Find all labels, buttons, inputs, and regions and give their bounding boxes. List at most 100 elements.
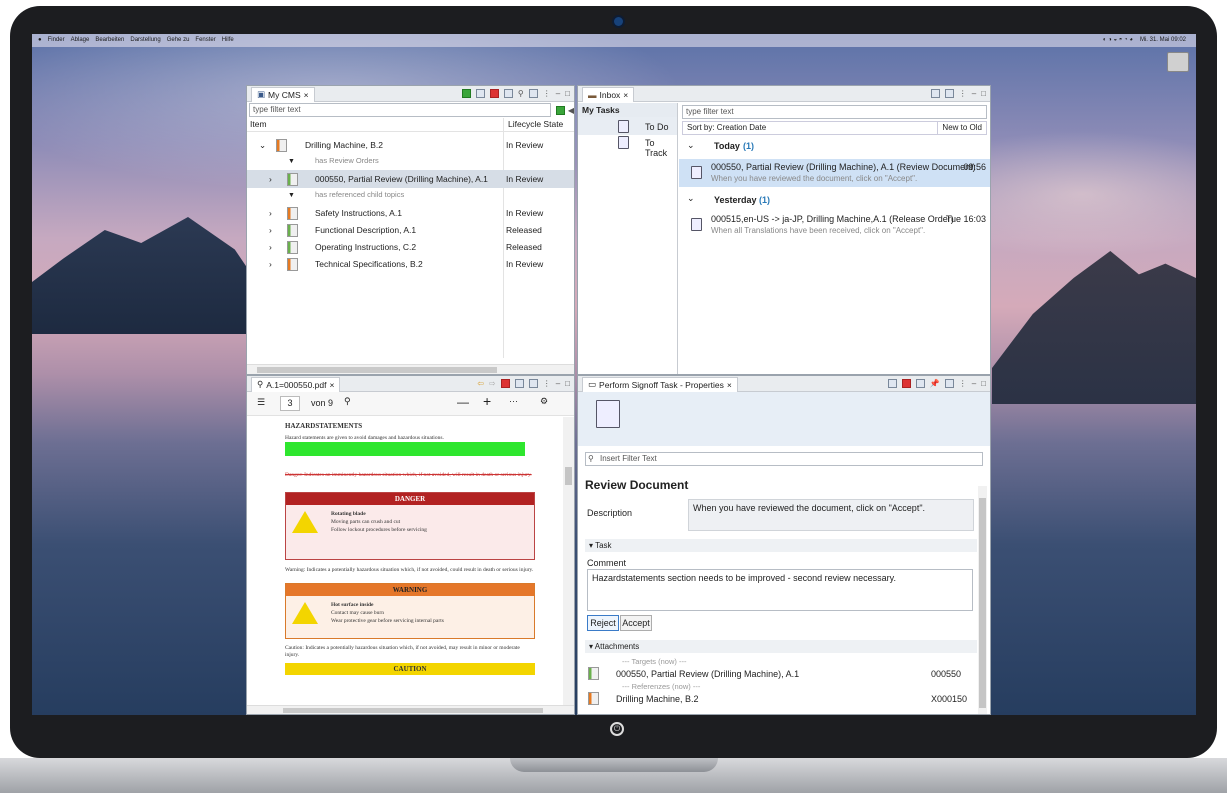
power-icon[interactable]: ⏻ [610,722,624,736]
task-filter-totrack[interactable]: To Track [578,135,677,158]
vertical-scrollbar[interactable] [978,486,987,714]
link-icon[interactable] [915,379,925,388]
refresh-icon[interactable] [528,89,538,98]
add-icon[interactable] [461,89,471,98]
inbox-item[interactable]: 000515,en-US -> ja-JP, Drilling Machine,… [679,211,990,239]
delete-icon[interactable] [489,89,499,98]
layout-icon[interactable] [528,379,538,388]
group-yesterday[interactable]: ⌄ Yesterday (1) [679,189,990,211]
pin-icon[interactable]: 📌 [930,379,940,388]
attachments-section-header[interactable]: ▾ Attachments [585,640,977,653]
group-today[interactable]: ⌄ Today (1) [679,135,990,157]
tab-my-cms[interactable]: ▣ My CMS × [251,86,315,102]
sort-dropdown[interactable]: Sort by: Creation Date [683,122,937,134]
tab-inbox[interactable]: ▬ Inbox × [582,86,635,102]
column-item[interactable]: Item [250,119,267,129]
attachment-row[interactable]: 000550, Partial Review (Drilling Machine… [586,667,976,681]
order-dropdown[interactable]: New to Old [937,122,986,134]
menu-bearbeiten[interactable]: Bearbeiten [95,34,124,47]
chevron-right-icon[interactable]: › [269,208,272,218]
page-number-input[interactable]: 3 [280,396,300,411]
chevron-right-icon[interactable]: › [269,242,272,252]
view-menu-icon[interactable]: ⋮ [543,89,551,98]
filter-clear-icon[interactable]: ◀ [568,106,574,115]
tree-row[interactable]: › Safety Instructions, A.1 In Review [247,204,574,222]
edit-icon[interactable] [887,379,897,388]
task-icon[interactable] [930,89,940,98]
maximize-icon[interactable]: □ [981,89,986,98]
close-icon[interactable]: × [304,90,309,100]
chevron-down-icon[interactable]: ⌄ [687,140,695,151]
chevron-down-icon[interactable]: ▼ [288,192,295,199]
menu-hilfe[interactable]: Hilfe [222,34,234,47]
view-menu-icon[interactable]: ⋮ [959,379,967,388]
chevron-right-icon[interactable]: › [269,259,272,269]
menu-gehe-zu[interactable]: Gehe zu [167,34,190,47]
view-menu-icon[interactable]: ⋮ [543,379,551,388]
cms-filter-input[interactable]: type filter text [249,103,551,117]
menu-darstellung[interactable]: Darstellung [130,34,160,47]
more-icon[interactable]: ··· [509,396,518,406]
chevron-right-icon[interactable]: › [269,225,272,235]
accept-button[interactable]: Accept [620,615,652,631]
back-icon[interactable]: ⇦ [477,379,484,388]
outline-icon[interactable]: ☰ [257,397,265,408]
horizontal-scrollbar[interactable] [247,705,574,714]
minimize-icon[interactable]: – [556,89,560,98]
menu-fenster[interactable]: Fenster [195,34,215,47]
tree-row[interactable]: › Operating Instructions, C.2 Released [247,238,574,256]
view-menu-icon[interactable]: ⋮ [959,89,967,98]
filter-add-icon[interactable] [555,105,565,115]
collapse-icon[interactable] [944,89,954,98]
danger-bullet: Follow lockout procedures before servici… [331,527,427,533]
close-icon[interactable]: × [623,90,628,100]
tab-pdf[interactable]: ⚲ A.1=000550.pdf × [251,376,341,392]
settings-icon[interactable]: ⚙ [540,396,548,407]
properties-filter-input[interactable]: ⚲ Insert Filter Text [585,452,983,466]
minimize-icon[interactable]: – [556,379,560,388]
hard-drive-icon[interactable] [1167,52,1189,72]
minimize-icon[interactable]: – [972,89,976,98]
chevron-down-icon[interactable]: ⌄ [259,140,266,151]
search-icon[interactable]: ⚲ [518,89,524,98]
inbox-item-selected[interactable]: 000550, Partial Review (Drilling Machine… [679,159,990,187]
menu-ablage[interactable]: Ablage [71,34,90,47]
apple-icon[interactable]: ● [38,34,42,47]
tree-row[interactable]: › Technical Specifications, B.2 In Revie… [247,255,574,273]
close-icon[interactable]: × [330,380,335,390]
maximize-icon[interactable]: □ [565,379,570,388]
minimize-icon[interactable]: – [972,379,976,388]
copy-icon[interactable] [475,89,485,98]
task-filter-todo[interactable]: To Do [578,117,677,135]
comment-textarea[interactable]: Hazardstatements section needs to be imp… [587,569,973,611]
stop-icon[interactable] [500,379,510,388]
maximize-icon[interactable]: □ [981,379,986,388]
vertical-scrollbar[interactable] [563,417,574,707]
tree-group-row[interactable]: ▼ has Review Orders [247,152,574,170]
zoom-out-icon[interactable]: — [457,395,469,409]
close-icon[interactable]: × [727,380,732,390]
zoom-in-icon[interactable]: + [483,393,491,409]
tree-group-row[interactable]: ▼ has referenced child topics [247,186,574,204]
bookmark-icon[interactable] [514,379,524,388]
tree-row[interactable]: › Functional Description, A.1 Released [247,221,574,239]
search-icon[interactable]: ⚲ [344,396,351,407]
description-field[interactable]: When you have reviewed the document, cli… [688,499,974,531]
forward-icon[interactable]: ⇨ [489,379,496,388]
menu-finder[interactable]: Finder [48,34,65,47]
task-section-header[interactable]: ▾ Task [585,539,977,552]
stop-icon[interactable] [901,379,911,388]
link-icon[interactable] [503,89,513,98]
new-icon[interactable] [944,379,954,388]
status-icons[interactable]: ◐ ◑ ◒ ◓ ◔ ◕ [1103,34,1133,47]
column-lifecycle-state[interactable]: Lifecycle State [508,119,563,129]
maximize-icon[interactable]: □ [565,89,570,98]
tab-properties[interactable]: ▭ Perform Signoff Task - Properties × [582,376,738,392]
chevron-right-icon[interactable]: › [269,174,272,184]
horizontal-scrollbar[interactable] [247,364,574,374]
reject-button[interactable]: Reject [587,615,619,631]
inbox-filter-input[interactable]: type filter text [682,105,987,119]
chevron-down-icon[interactable]: ▼ [288,158,295,165]
chevron-down-icon[interactable]: ⌄ [687,193,695,204]
attachment-row[interactable]: Drilling Machine, B.2 X000150 [586,692,976,706]
